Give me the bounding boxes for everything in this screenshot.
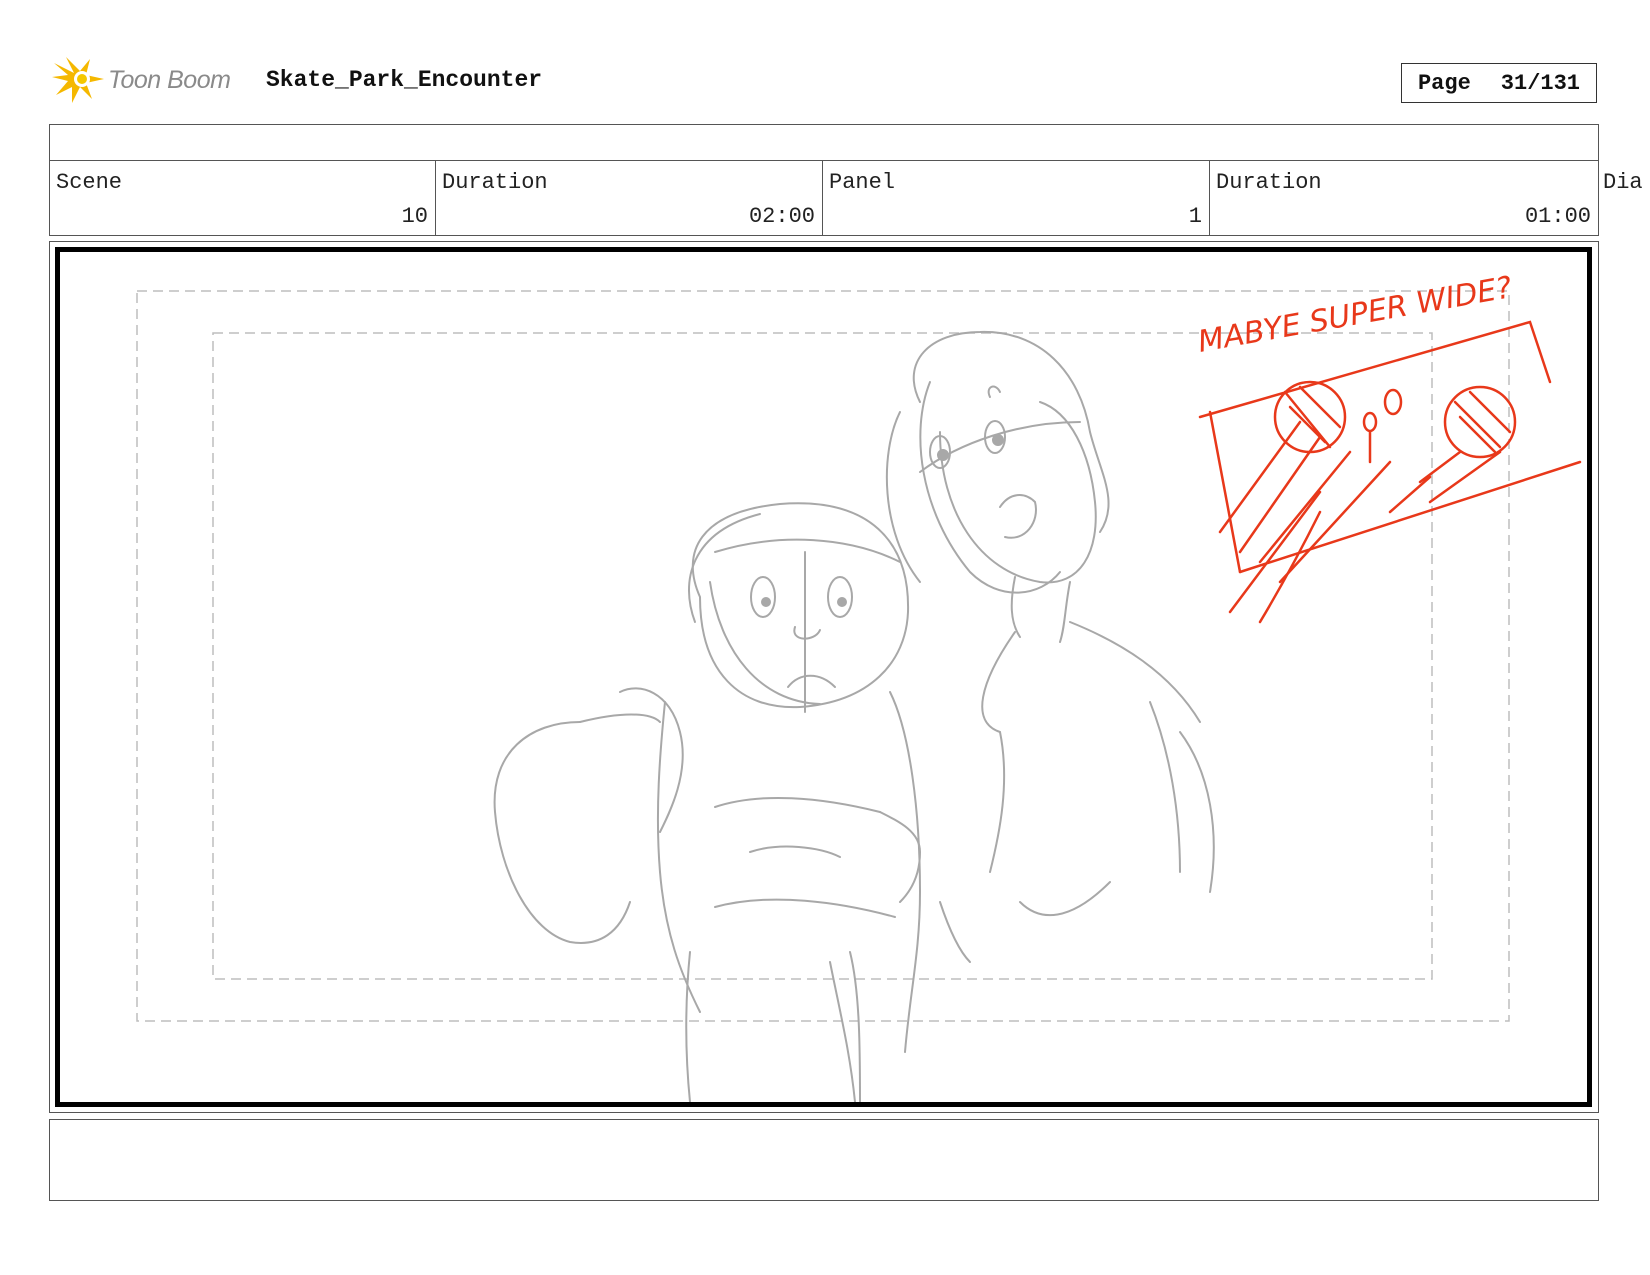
scene-duration-label: Duration	[442, 170, 548, 195]
boy-character-sketch	[493, 502, 922, 1102]
annotation-text: MABYE SUPER WIDE?	[1195, 270, 1515, 360]
panel-duration-value: 01:00	[1524, 204, 1591, 229]
logo-wordmark: Toon Boom	[108, 66, 231, 94]
girl-character-sketch	[885, 330, 1215, 963]
project-title: Skate_Park_Encounter	[266, 67, 543, 93]
scene-number: 10	[401, 204, 428, 229]
panel-duration-cell: Duration 01:00	[1210, 160, 1599, 236]
storyboard-header: Toon Boom Skate_Park_Encounter Page 31/1…	[52, 55, 1600, 105]
panel-info-row: Scene 10 Duration 02:00 Panel 1 Duration…	[49, 160, 1649, 236]
page-number: 31/131	[1500, 70, 1581, 96]
scene-cell: Scene 10	[49, 160, 436, 236]
panel-sketch: MABYE SUPER WIDE?	[136, 270, 1582, 1102]
sequence-row	[49, 124, 1599, 161]
scene-duration-value: 02:00	[748, 204, 815, 229]
panel-number: 1	[1188, 204, 1202, 229]
dialogue-label-clipped: Dia	[1603, 170, 1643, 195]
annotation-sketch	[1198, 320, 1582, 624]
panel-label: Panel	[829, 170, 896, 195]
scene-label: Scene	[56, 170, 123, 195]
title-safe-inner	[212, 332, 1433, 980]
starburst-icon	[52, 57, 104, 103]
scene-duration-cell: Duration 02:00	[436, 160, 823, 236]
panel-cell: Panel 1	[823, 160, 1210, 236]
caption-box	[49, 1119, 1599, 1201]
panel-duration-label: Duration	[1216, 170, 1322, 195]
page-indicator: Page 31/131	[1401, 63, 1597, 103]
title-safe-outer	[136, 290, 1510, 1022]
toon-boom-logo: Toon Boom	[52, 55, 252, 105]
panel-image: MABYE SUPER WIDE?	[55, 247, 1592, 1107]
page-label: Page	[1417, 70, 1471, 96]
